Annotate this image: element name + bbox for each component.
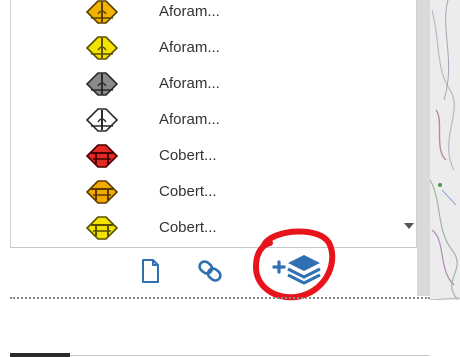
coverage-symbol-icon (85, 216, 119, 240)
spring-symbol-icon (85, 108, 119, 132)
legend-item[interactable]: Aforam... (11, 30, 391, 66)
link-icon (198, 260, 222, 282)
bottom-tab-indicator (10, 353, 70, 357)
map-lines-graphic (430, 0, 460, 357)
scroll-down-arrow-icon[interactable] (404, 223, 414, 229)
legend-toolbar (10, 228, 430, 301)
legend-item-label: Aforam... (159, 3, 220, 20)
scrollbar[interactable] (398, 0, 416, 248)
legend-item-label: Cobert... (159, 183, 217, 200)
new-document-button[interactable] (134, 255, 166, 287)
add-layer-button[interactable] (250, 223, 342, 303)
link-button[interactable] (194, 255, 226, 287)
map-preview[interactable] (430, 0, 460, 357)
dotted-separator (10, 297, 430, 299)
legend-list: Aforam... Aforam... Aforam... Aforam... … (11, 0, 391, 246)
legend-item[interactable]: Aforam... (11, 66, 391, 102)
legend-item[interactable]: Aforam... (11, 102, 391, 138)
add-layer-icon (252, 228, 336, 301)
legend-item[interactable]: Cobert... (11, 174, 391, 210)
legend-panel: Aforam... Aforam... Aforam... Aforam... … (10, 0, 417, 248)
legend-item-label: Aforam... (159, 75, 220, 92)
document-icon (142, 259, 159, 283)
spring-symbol-icon (85, 72, 119, 96)
bottom-border (10, 355, 430, 356)
legend-item-label: Cobert... (159, 147, 217, 164)
spring-symbol-icon (85, 36, 119, 60)
legend-item-label: Aforam... (159, 39, 220, 56)
legend-item-label: Cobert... (159, 219, 217, 236)
legend-item[interactable]: Cobert... (11, 138, 391, 174)
legend-item-label: Aforam... (159, 111, 220, 128)
spring-symbol-icon (85, 0, 119, 24)
coverage-symbol-icon (85, 144, 119, 168)
legend-item[interactable]: Aforam... (11, 0, 391, 30)
coverage-symbol-icon (85, 180, 119, 204)
